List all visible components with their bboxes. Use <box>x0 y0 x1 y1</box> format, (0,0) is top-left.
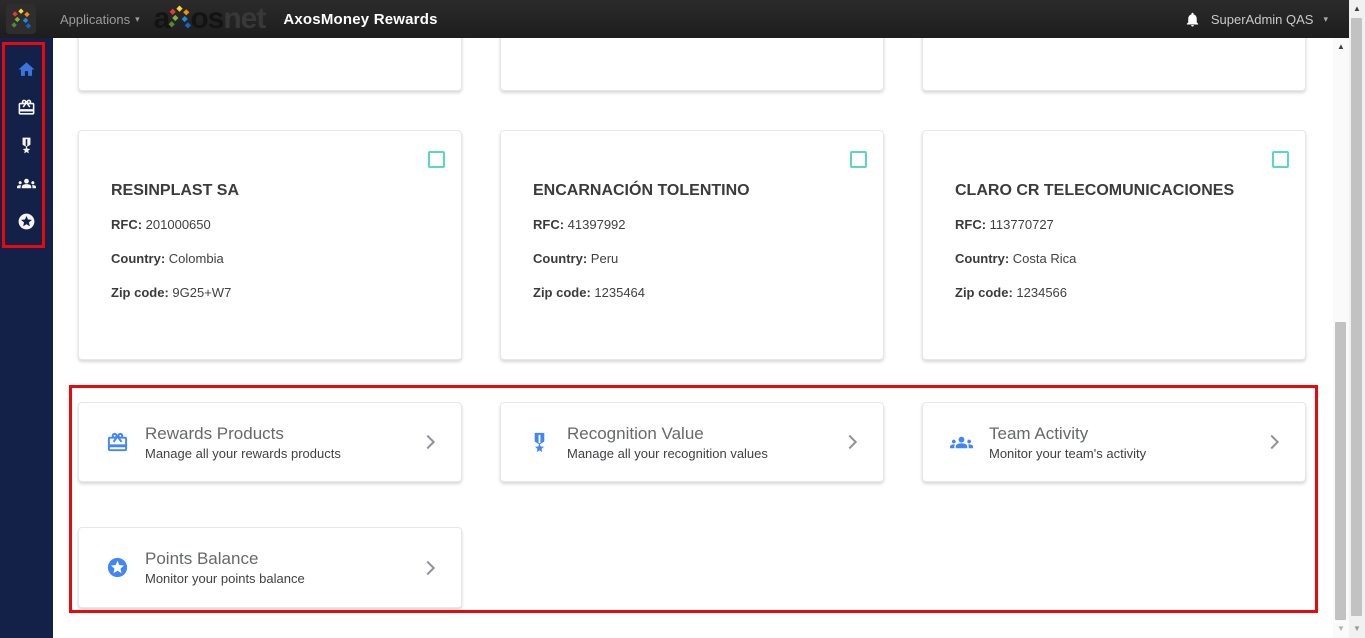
menu-card-text: Rewards Products Manage all your rewards… <box>145 423 341 462</box>
menu-card-recognition-value[interactable]: Recognition Value Manage all your recogn… <box>500 402 884 482</box>
notifications-bell-icon[interactable] <box>1184 11 1201 28</box>
axosnet-logo-tile[interactable] <box>6 4 36 34</box>
country-value: Costa Rica <box>1013 251 1077 266</box>
company-country-row: Country: Costa Rica <box>955 251 1273 267</box>
country-label: Country: <box>955 251 1009 266</box>
applications-label: Applications <box>60 12 130 27</box>
groups-icon <box>17 174 36 193</box>
company-rfc-row: RFC: 201000650 <box>111 217 429 233</box>
rfc-value: 113770727 <box>990 217 1054 232</box>
company-select-checkbox[interactable] <box>850 151 867 168</box>
zip-value: 1235464 <box>594 285 645 300</box>
company-rfc-row: RFC: 41397992 <box>533 217 851 233</box>
menu-card-text: Team Activity Monitor your team's activi… <box>989 423 1146 462</box>
home-icon <box>17 60 36 79</box>
page-title: AxosMoney Rewards <box>283 11 437 28</box>
brand-letters-os: os <box>190 4 223 34</box>
left-sidebar <box>0 38 53 638</box>
partial-card <box>78 38 462 91</box>
menu-card-points-balance[interactable]: Points Balance Monitor your points balan… <box>78 527 462 608</box>
partial-card <box>922 38 1306 91</box>
medal-icon <box>527 430 551 454</box>
brand-letters-net: net <box>223 4 265 34</box>
menu-card-title: Rewards Products <box>145 423 341 444</box>
company-name: RESINPLAST SA <box>111 181 429 201</box>
user-menu-label: SuperAdmin QAS <box>1211 12 1314 27</box>
top-navigation-bar: Applications ▾ a os net AxosMoney Reward… <box>0 0 1350 38</box>
rfc-label: RFC: <box>111 217 142 232</box>
company-zip-row: Zip code: 1234566 <box>955 285 1273 301</box>
app-window: Applications ▾ a os net AxosMoney Reward… <box>0 0 1365 638</box>
menu-card-subtitle: Monitor your points balance <box>145 571 305 587</box>
menu-card-subtitle: Manage all your rewards products <box>145 446 341 462</box>
company-zip-row: Zip code: 1235464 <box>533 285 851 301</box>
zip-value: 1234566 <box>1016 285 1067 300</box>
star-circle-icon <box>105 556 129 580</box>
zip-label: Zip code: <box>533 285 591 300</box>
company-card-resinplast: RESINPLAST SA RFC: 201000650 Country: Co… <box>78 130 462 360</box>
gift-icon <box>17 98 36 117</box>
main-content: RESINPLAST SA RFC: 201000650 Country: Co… <box>53 38 1333 638</box>
zip-label: Zip code: <box>111 285 169 300</box>
applications-dropdown[interactable]: Applications ▾ <box>60 12 140 27</box>
company-country-row: Country: Peru <box>533 251 851 267</box>
chevron-right-icon <box>1263 431 1285 453</box>
user-menu[interactable]: SuperAdmin QAS ▾ <box>1184 11 1328 28</box>
chevron-right-icon <box>841 431 863 453</box>
scroll-down-arrow-icon[interactable]: ▼ <box>1349 622 1365 636</box>
axosnet-brand-watermark: a os net <box>154 4 266 35</box>
window-scrollbar-thumb[interactable] <box>1351 18 1362 616</box>
zip-value: 9G25+W7 <box>172 285 231 300</box>
rfc-label: RFC: <box>955 217 986 232</box>
company-name: ENCARNACIÓN TOLENTINO <box>533 181 851 201</box>
brand-x-pinwheel-icon <box>167 5 192 36</box>
sidebar-item-rewards-products[interactable] <box>0 88 53 126</box>
country-label: Country: <box>111 251 165 266</box>
company-select-checkbox[interactable] <box>428 151 445 168</box>
sidebar-item-points-balance[interactable] <box>0 202 53 240</box>
zip-label: Zip code: <box>955 285 1013 300</box>
menu-card-title: Team Activity <box>989 423 1146 444</box>
rfc-value: 201000650 <box>146 217 211 232</box>
menu-card-title: Recognition Value <box>567 423 768 444</box>
scroll-down-arrow-icon[interactable]: ▼ <box>1333 622 1349 636</box>
scroll-up-arrow-icon[interactable]: ▲ <box>1349 2 1365 16</box>
menu-card-subtitle: Monitor your team's activity <box>989 446 1146 462</box>
rfc-value: 41397992 <box>568 217 626 232</box>
menu-card-rewards-products[interactable]: Rewards Products Manage all your rewards… <box>78 402 462 482</box>
star-circle-icon <box>17 212 36 231</box>
company-name: CLARO CR TELECOMUNICACIONES <box>955 181 1273 201</box>
country-value: Peru <box>591 251 618 266</box>
chevron-right-icon <box>419 431 441 453</box>
menu-card-text: Recognition Value Manage all your recogn… <box>567 423 768 462</box>
gift-icon <box>105 430 129 454</box>
sidebar-item-team-activity[interactable] <box>0 164 53 202</box>
chevron-right-icon <box>419 557 441 579</box>
medal-icon <box>17 136 36 155</box>
company-card-claro: CLARO CR TELECOMUNICACIONES RFC: 1137707… <box>922 130 1306 360</box>
caret-down-icon: ▾ <box>135 14 140 25</box>
menu-card-subtitle: Manage all your recognition values <box>567 446 768 462</box>
rfc-label: RFC: <box>533 217 564 232</box>
sidebar-item-recognition-value[interactable] <box>0 126 53 164</box>
menu-card-team-activity[interactable]: Team Activity Monitor your team's activi… <box>922 402 1306 482</box>
menu-card-text: Points Balance Monitor your points balan… <box>145 548 305 587</box>
sidebar-item-home[interactable] <box>0 50 53 88</box>
country-value: Colombia <box>169 251 224 266</box>
company-country-row: Country: Colombia <box>111 251 429 267</box>
country-label: Country: <box>533 251 587 266</box>
caret-down-icon: ▾ <box>1323 14 1328 25</box>
content-scrollbar[interactable]: ▲ ▼ <box>1333 38 1349 638</box>
company-rfc-row: RFC: 113770727 <box>955 217 1273 233</box>
menu-card-title: Points Balance <box>145 548 305 569</box>
groups-icon <box>949 430 973 454</box>
company-card-encarnacion: ENCARNACIÓN TOLENTINO RFC: 41397992 Coun… <box>500 130 884 360</box>
window-scrollbar[interactable]: ▲ ▼ <box>1349 0 1365 638</box>
content-scrollbar-thumb[interactable] <box>1335 322 1346 620</box>
scroll-up-arrow-icon[interactable]: ▲ <box>1333 40 1349 54</box>
partial-card <box>500 38 884 91</box>
axosnet-pinwheel-icon <box>10 8 32 30</box>
company-select-checkbox[interactable] <box>1272 151 1289 168</box>
company-zip-row: Zip code: 9G25+W7 <box>111 285 429 301</box>
